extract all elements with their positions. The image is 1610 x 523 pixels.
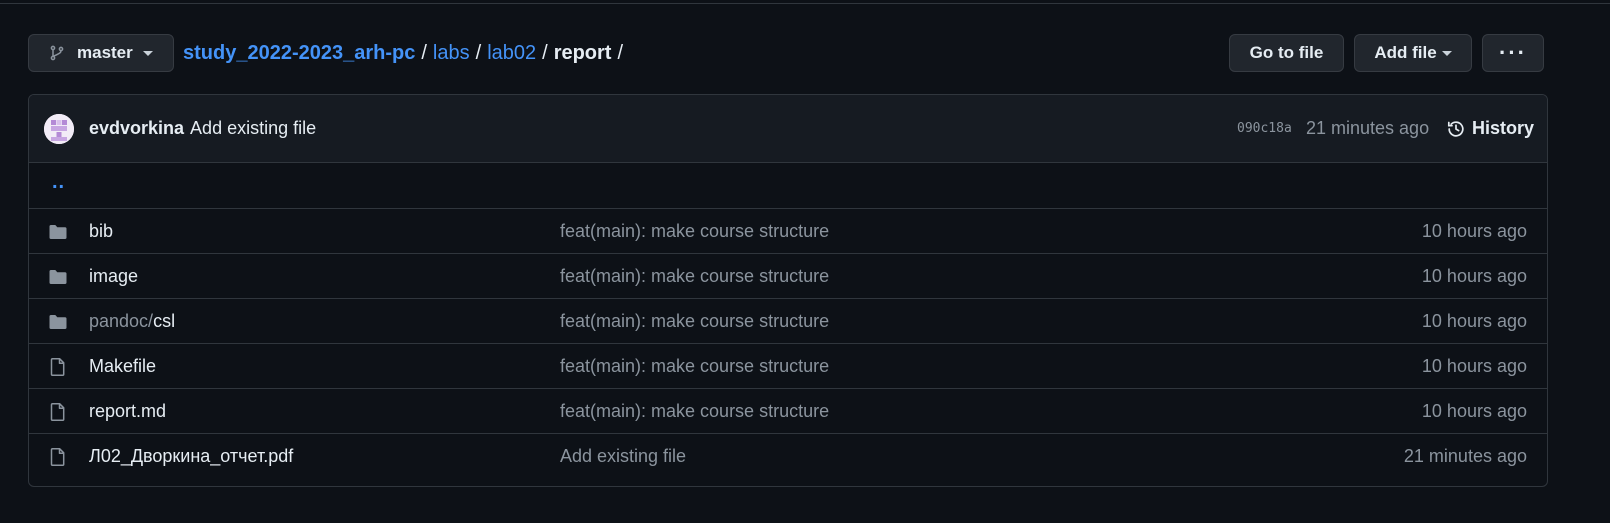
breadcrumb-repo-link[interactable]: study_2022-2023_arh-pc (183, 42, 415, 65)
repo-toolbar: master study_2022-2023_arh-pc / labs / l… (28, 34, 1548, 74)
file-name-link[interactable]: pandoc/csl (89, 311, 175, 332)
branch-select-button[interactable]: master (28, 34, 174, 72)
file-commit-message-link[interactable]: Add existing file (560, 446, 686, 467)
file-name-link[interactable]: Makefile (89, 356, 156, 377)
file-commit-message-link[interactable]: feat(main): make course structure (560, 221, 829, 242)
folder-icon (48, 222, 68, 242)
file-age: 10 hours ago (1421, 401, 1527, 421)
file-commit-message-link[interactable]: feat(main): make course structure (560, 311, 829, 332)
file-commit-message-link[interactable]: feat(main): make course structure (560, 401, 829, 422)
latest-commit-bar: evdvorkina Add existing file 090c18a 21 m… (29, 95, 1547, 163)
file-name-link[interactable]: Л02_Дворкина_отчет.pdf (89, 446, 293, 467)
file-commit-message-link[interactable]: feat(main): make course structure (560, 356, 829, 377)
file-name-link[interactable]: image (89, 266, 138, 287)
git-branch-icon (49, 45, 65, 61)
file-row[interactable]: Makefile feat(main): make course structu… (29, 343, 1547, 389)
file-age: 21 minutes ago (1403, 446, 1527, 466)
folder-icon (48, 312, 68, 332)
file-icon (48, 357, 68, 377)
file-age: 10 hours ago (1421, 221, 1527, 241)
commit-message-link[interactable]: Add existing file (190, 118, 316, 138)
breadcrumb-current: report (553, 41, 612, 64)
add-file-label: Add file (1374, 43, 1437, 62)
breadcrumb-lab02-link[interactable]: lab02 (487, 42, 536, 65)
file-age: 10 hours ago (1421, 266, 1527, 286)
chevron-down-icon (1441, 50, 1452, 56)
file-row[interactable]: bib feat(main): make course structure 10… (29, 208, 1547, 254)
commit-time: 21 minutes ago (1306, 118, 1430, 138)
file-icon (48, 402, 68, 422)
file-name-link[interactable]: report.md (89, 401, 166, 422)
chevron-down-icon (142, 50, 153, 56)
breadcrumb-separator: / (542, 41, 548, 64)
breadcrumb-separator: / (475, 41, 482, 64)
history-label: History (1472, 118, 1535, 138)
commit-message: evdvorkina Add existing file (89, 118, 316, 139)
folder-icon (48, 267, 68, 287)
commit-author-link[interactable]: evdvorkina (89, 118, 184, 138)
add-file-button[interactable]: Add file (1354, 34, 1472, 72)
top-divider (0, 3, 1610, 4)
file-row[interactable]: pandoc/csl feat(main): make course struc… (29, 298, 1547, 344)
file-name-tail: csl (153, 311, 176, 331)
file-name-link[interactable]: bib (89, 221, 113, 242)
avatar[interactable] (44, 114, 74, 144)
history-link[interactable]: History (1446, 118, 1534, 139)
branch-name: master (77, 43, 133, 62)
parent-directory-link[interactable]: .. (52, 171, 65, 194)
breadcrumb-separator: / (617, 41, 624, 64)
file-age: 10 hours ago (1421, 311, 1527, 331)
file-name-prefix: pandoc/ (89, 311, 154, 331)
file-row[interactable]: Л02_Дворкина_отчет.pdf Add existing file… (29, 433, 1547, 479)
breadcrumb-labs-link[interactable]: labs (433, 42, 470, 65)
parent-directory-row[interactable]: .. (29, 163, 1547, 209)
file-row[interactable]: report.md feat(main): make course struct… (29, 388, 1547, 434)
breadcrumb: study_2022-2023_arh-pc / labs / lab02 / … (183, 34, 629, 72)
file-row[interactable]: image feat(main): make course structure … (29, 253, 1547, 299)
breadcrumb-separator: / (421, 41, 427, 64)
more-options-button[interactable]: ··· (1482, 34, 1544, 72)
commit-hash-link[interactable]: 090c18a (1237, 121, 1292, 136)
history-icon (1446, 119, 1466, 139)
go-to-file-label: Go to file (1249, 43, 1324, 62)
file-commit-message-link[interactable]: feat(main): make course structure (560, 266, 829, 287)
file-age: 10 hours ago (1421, 356, 1527, 376)
go-to-file-button[interactable]: Go to file (1229, 34, 1344, 72)
file-browser: evdvorkina Add existing file 090c18a 21 m… (28, 94, 1548, 487)
kebab-horizontal-icon: ··· (1499, 40, 1527, 65)
file-icon (48, 447, 68, 467)
